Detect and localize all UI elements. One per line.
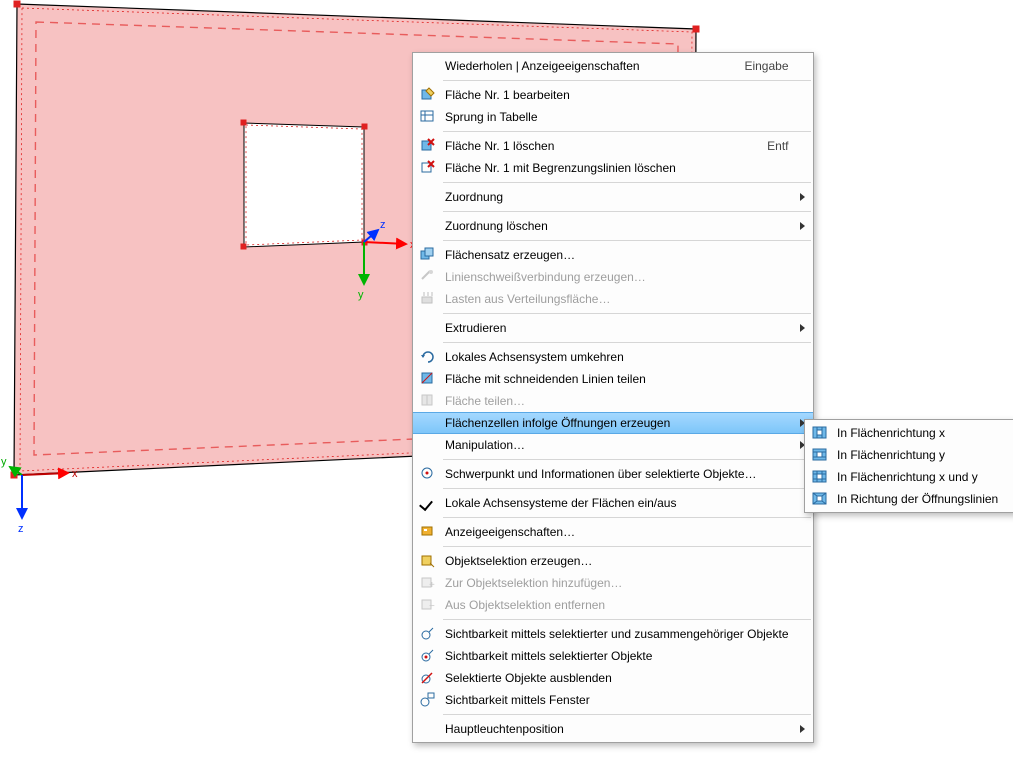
menu-line-weld: Linienschweißverbindung erzeugen… bbox=[413, 266, 813, 288]
edit-surface-icon bbox=[417, 84, 439, 106]
menu-manipulation[interactable]: Manipulation… bbox=[413, 434, 813, 456]
reverse-axes-icon bbox=[417, 346, 439, 368]
submenu-dir-opening-lines[interactable]: In Richtung der Öffnungslinien bbox=[805, 488, 1013, 510]
menu-edit-surface[interactable]: Fläche Nr. 1 bearbeiten bbox=[413, 84, 813, 106]
svg-text:−: − bbox=[429, 601, 435, 612]
local-axis-triad: x y z bbox=[358, 219, 416, 301]
svg-text:+: + bbox=[429, 580, 435, 591]
blank-icon bbox=[417, 718, 439, 740]
menu-jump-table[interactable]: Sprung in Tabelle bbox=[413, 106, 813, 128]
blank-icon bbox=[417, 412, 439, 434]
svg-text:y: y bbox=[1, 456, 7, 468]
menu-delete-surface[interactable]: Fläche Nr. 1 löschen Entf bbox=[413, 135, 813, 157]
cells-x-icon bbox=[809, 422, 831, 444]
menu-hide-selected[interactable]: Selektierte Objekte ausblenden bbox=[413, 667, 813, 689]
submenu-create-cells: In Flächenrichtung x In Flächenrichtung … bbox=[804, 419, 1013, 513]
blank-icon bbox=[417, 317, 439, 339]
blank-icon bbox=[417, 434, 439, 456]
cells-opening-icon bbox=[809, 488, 831, 510]
menu-display-props[interactable]: Anzeigeeigenschaften… bbox=[413, 521, 813, 543]
menu-add-obj-selection: + Zur Objektselektion hinzufügen… bbox=[413, 572, 813, 594]
remove-selection-icon: − bbox=[417, 594, 439, 616]
menu-remove-obj-selection: − Aus Objektselektion entfernen bbox=[413, 594, 813, 616]
surface-set-icon bbox=[417, 244, 439, 266]
split-surface-icon bbox=[417, 368, 439, 390]
svg-text:z: z bbox=[380, 219, 386, 231]
delete-surface-lines-icon bbox=[417, 157, 439, 179]
cells-y-icon bbox=[809, 444, 831, 466]
centroid-icon bbox=[417, 463, 439, 485]
cells-xy-icon bbox=[809, 466, 831, 488]
weld-icon bbox=[417, 266, 439, 288]
menu-divide-surface: Fläche teilen… bbox=[413, 390, 813, 412]
menu-centroid-info[interactable]: Schwerpunkt und Informationen über selek… bbox=[413, 463, 813, 485]
context-menu: Wiederholen | Anzeigeeigenschaften Einga… bbox=[412, 52, 814, 743]
table-icon bbox=[417, 106, 439, 128]
divide-surface-icon bbox=[417, 390, 439, 412]
display-props-icon bbox=[417, 521, 439, 543]
menu-toggle-local-axes[interactable]: Lokale Achsensysteme der Flächen ein/aus bbox=[413, 492, 813, 514]
menu-create-surface-set[interactable]: Flächensatz erzeugen… bbox=[413, 244, 813, 266]
menu-loads-from-area: Lasten aus Verteilungsfläche… bbox=[413, 288, 813, 310]
hide-selected-icon bbox=[417, 667, 439, 689]
svg-text:x: x bbox=[72, 468, 78, 480]
opening-1-bbox bbox=[246, 125, 362, 245]
svg-text:y: y bbox=[358, 289, 364, 301]
blank-icon bbox=[417, 186, 439, 208]
menu-extrude[interactable]: Extrudieren bbox=[413, 317, 813, 339]
menu-create-obj-selection[interactable]: Objektselektion erzeugen… bbox=[413, 550, 813, 572]
global-axis-triad: x y z bbox=[1, 456, 78, 535]
menu-create-cells[interactable]: Flächenzellen infolge Öffnungen erzeugen bbox=[413, 412, 813, 434]
add-selection-icon: + bbox=[417, 572, 439, 594]
visibility-window-icon bbox=[417, 689, 439, 711]
load-area-icon bbox=[417, 288, 439, 310]
menu-repeat[interactable]: Wiederholen | Anzeigeeigenschaften Einga… bbox=[413, 55, 813, 77]
submenu-dir-y[interactable]: In Flächenrichtung y bbox=[805, 444, 1013, 466]
blank-icon bbox=[417, 215, 439, 237]
menu-assign[interactable]: Zuordnung bbox=[413, 186, 813, 208]
menu-visibility-selected[interactable]: Sichtbarkeit mittels selektierter Objekt… bbox=[413, 645, 813, 667]
menu-main-light[interactable]: Hauptleuchtenposition bbox=[413, 718, 813, 740]
obj-selection-icon bbox=[417, 550, 439, 572]
submenu-dir-x[interactable]: In Flächenrichtung x bbox=[805, 422, 1013, 444]
visibility-selected-icon bbox=[417, 645, 439, 667]
menu-delete-surface-lines[interactable]: Fläche Nr. 1 mit Begrenzungslinien lösch… bbox=[413, 157, 813, 179]
svg-text:z: z bbox=[18, 523, 24, 535]
menu-visibility-related[interactable]: Sichtbarkeit mittels selektierter und zu… bbox=[413, 623, 813, 645]
menu-reverse-local[interactable]: Lokales Achsensystem umkehren bbox=[413, 346, 813, 368]
submenu-dir-xy[interactable]: In Flächenrichtung x und y bbox=[805, 466, 1013, 488]
menu-visibility-window[interactable]: Sichtbarkeit mittels Fenster bbox=[413, 689, 813, 711]
menu-delete-assign[interactable]: Zuordnung löschen bbox=[413, 215, 813, 237]
menu-split-intersect[interactable]: Fläche mit schneidenden Linien teilen bbox=[413, 368, 813, 390]
blank-icon bbox=[417, 55, 439, 77]
visibility-related-icon bbox=[417, 623, 439, 645]
opening-1[interactable] bbox=[244, 123, 364, 247]
delete-surface-icon bbox=[417, 135, 439, 157]
